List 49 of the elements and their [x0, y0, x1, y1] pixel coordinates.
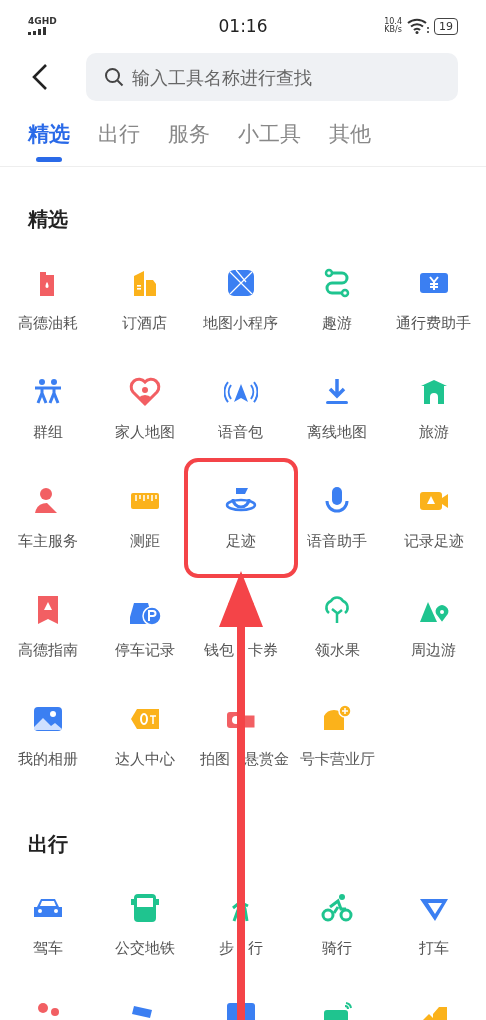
tool-label[interactable]: 旅游	[418, 423, 449, 441]
tool-label[interactable]: 行	[248, 939, 263, 957]
tool-label[interactable]: 家人地图	[114, 423, 175, 441]
tool-label[interactable]: 高德油耗	[18, 314, 79, 332]
tool-label[interactable]: 我的相册	[18, 750, 79, 768]
category-tab[interactable]: 小工具	[238, 114, 301, 162]
tool-label[interactable]: 足迹	[226, 532, 256, 550]
tool-label[interactable]: 通行费助手	[396, 314, 472, 332]
tool-label[interactable]: 打车	[418, 939, 449, 957]
category-tab[interactable]: 出行	[98, 114, 140, 162]
signal-icon	[28, 27, 46, 35]
tool-label[interactable]: 钱包	[204, 641, 234, 659]
tool-label[interactable]: 语音包	[218, 423, 264, 441]
tool-label[interactable]: 群组	[33, 423, 64, 441]
tool-label[interactable]: 骑行	[322, 939, 353, 957]
tool-label[interactable]: 车主服务	[18, 532, 79, 550]
tool-label[interactable]: 公交地铁	[114, 939, 175, 957]
wifi-icon	[407, 18, 429, 34]
speed-unit: KB/s	[384, 26, 402, 34]
tool-label[interactable]: 悬赏金	[244, 750, 290, 768]
search-field[interactable]: 输入工具名称进行查找	[86, 53, 458, 101]
tool-label[interactable]: 卡券	[248, 641, 278, 659]
tool-label[interactable]: 停车记录	[114, 641, 175, 659]
category-tab[interactable]: 精选	[28, 114, 70, 162]
tool-label[interactable]: 步	[219, 939, 234, 957]
tool-label[interactable]: 周边游	[411, 641, 457, 659]
tool-label[interactable]: 号卡营业厅	[299, 750, 375, 768]
tool-label[interactable]: 达人中心	[114, 750, 175, 768]
tool-label[interactable]: 高德指南	[18, 641, 79, 659]
network-type: 4GHD	[28, 17, 57, 26]
tool-label[interactable]: 驾车	[33, 939, 64, 957]
network-speed: 10.4	[384, 18, 402, 26]
clock-time: 01:16	[218, 16, 268, 36]
tool-label[interactable]: 语音助手	[307, 532, 368, 550]
tool-label[interactable]: 拍图	[200, 750, 231, 768]
tool-label[interactable]: 测距	[129, 532, 160, 550]
tool-label[interactable]: 领水果	[314, 641, 360, 659]
category-tab[interactable]: 其他	[329, 114, 371, 162]
tool-label[interactable]: 记录足迹	[403, 532, 464, 550]
section-title: 精选	[26, 206, 69, 233]
tool-label[interactable]: 订酒店	[122, 314, 168, 332]
tool-label[interactable]: 地图小程序	[203, 314, 279, 332]
battery-level: 19	[434, 17, 458, 35]
category-tab[interactable]: 服务	[168, 114, 210, 162]
tool-label[interactable]: 趣游	[322, 314, 353, 332]
heart-person-icon	[127, 375, 162, 409]
section-title: 出行	[27, 831, 69, 858]
tool-label[interactable]: 离线地图	[307, 423, 368, 441]
search-icon	[104, 67, 124, 87]
